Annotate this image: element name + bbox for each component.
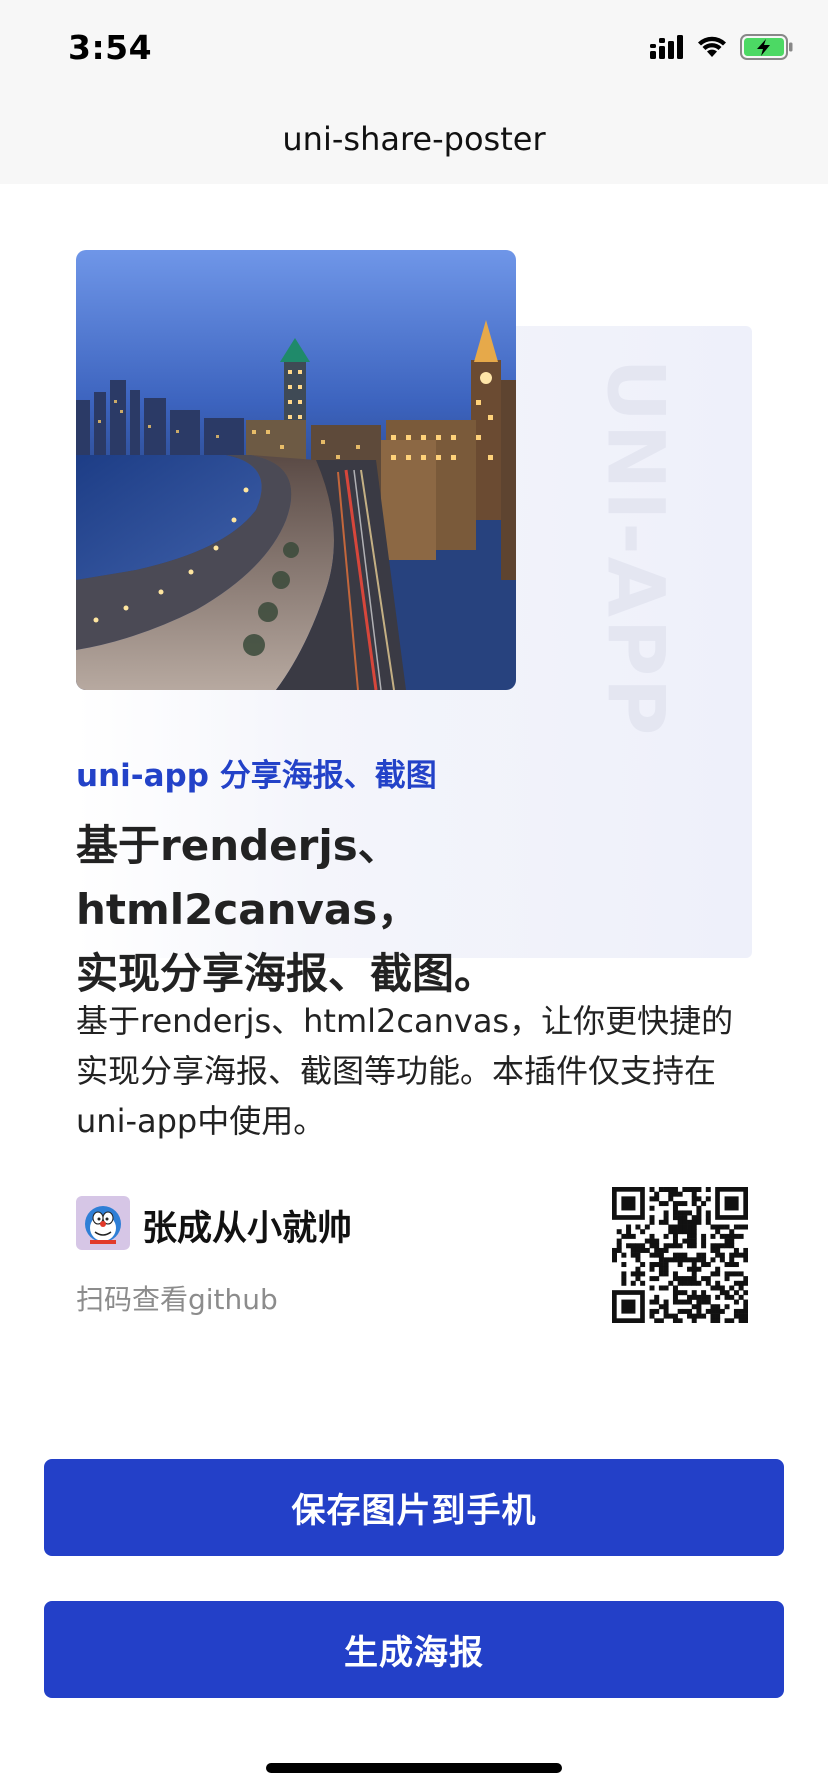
signal-icon [650, 35, 684, 63]
poster-watermark: UNI-APP [589, 355, 679, 741]
author-name: 张成从小就帅 [142, 1209, 353, 1249]
page: 3:54 uni-share-poster UNI-APP uni-app 分享… [0, 0, 828, 1792]
poster-headline-line1: 基于renderjs、html2canvas， [76, 821, 420, 934]
status-bar: 3:54 [0, 0, 828, 100]
save-image-button[interactable]: 保存图片到手机 [44, 1459, 784, 1556]
home-indicator[interactable] [266, 1763, 562, 1773]
nav-bar: uni-share-poster [0, 100, 828, 184]
scan-hint: 扫码查看github [76, 1283, 278, 1316]
city-night-bund-image [76, 250, 516, 690]
poster-headline: 基于renderjs、html2canvas， 实现分享海报、截图。 [76, 814, 716, 1006]
qr-code [612, 1187, 749, 1324]
poster-watermark-text: UNI-APP [589, 358, 679, 738]
battery-charging-icon [740, 34, 794, 64]
avatar [76, 1196, 130, 1250]
status-icons [650, 34, 794, 64]
nav-title: uni-share-poster [282, 120, 546, 158]
generate-poster-button[interactable]: 生成海报 [44, 1601, 784, 1698]
poster-tagline: uni-app 分享海报、截图 [76, 758, 437, 794]
wifi-icon [696, 35, 728, 63]
poster-description: 基于renderjs、html2canvas，让你更快捷的实现分享海报、截图等功… [76, 1002, 734, 1140]
status-time: 3:54 [68, 28, 153, 67]
